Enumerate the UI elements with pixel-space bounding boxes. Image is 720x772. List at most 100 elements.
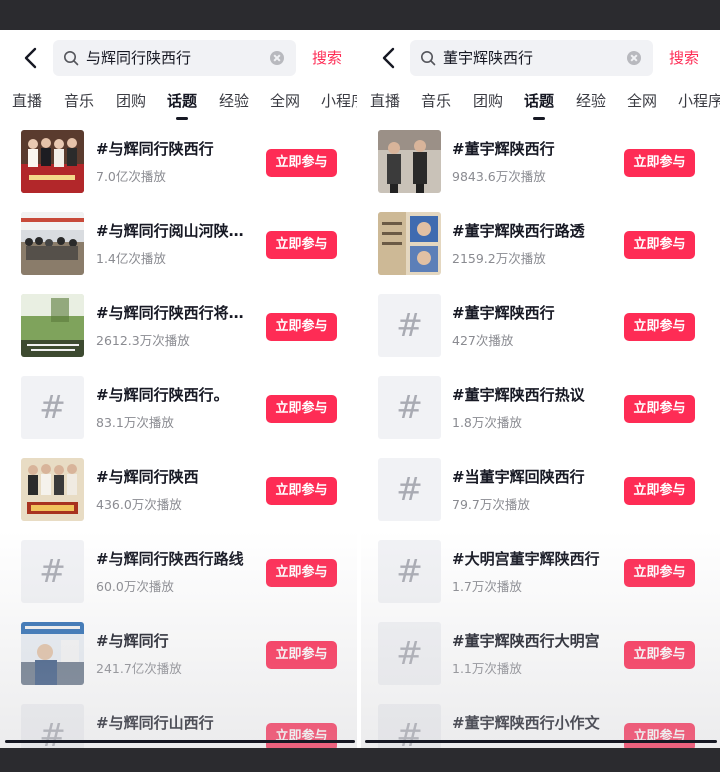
- join-button[interactable]: 立即参与: [266, 641, 337, 669]
- back-arrow-icon[interactable]: [378, 46, 402, 70]
- topic-title: #大明宫董宇辉陕西行: [452, 550, 600, 568]
- topic-play-count: 7.0亿次播放: [96, 169, 166, 184]
- topic-thumbnail: [21, 294, 84, 357]
- join-button[interactable]: 立即参与: [266, 149, 337, 177]
- tab-mini-program[interactable]: 小程序: [678, 88, 720, 114]
- tab-whole-web[interactable]: 全网: [270, 88, 300, 114]
- topic-play-count: 1.4亿次播放: [96, 251, 166, 266]
- tab-topics[interactable]: 话题: [524, 88, 554, 114]
- tab-experience[interactable]: 经验: [219, 88, 249, 114]
- topic-play-count: 427次播放: [452, 333, 514, 348]
- join-button[interactable]: 立即参与: [624, 149, 695, 177]
- topic-play-count: 1.1万次播放: [452, 661, 522, 676]
- topic-title: #董宇辉陕西行热议: [452, 386, 585, 404]
- topic-play-count: 1.7万次播放: [452, 579, 522, 594]
- join-button[interactable]: 立即参与: [624, 559, 695, 587]
- topic-thumbnail-placeholder: #: [378, 294, 441, 357]
- topic-title: #董宇辉陕西行: [452, 140, 555, 158]
- topic-row[interactable]: #董宇辉陕西行 9843.6万次播放 立即参与: [361, 130, 720, 212]
- topic-title: #与辉同行陕西行: [96, 140, 214, 158]
- topic-thumbnail-placeholder: #: [378, 458, 441, 521]
- join-button[interactable]: 立即参与: [624, 477, 695, 505]
- topic-row[interactable]: # #当董宇辉回陕西行 79.7万次播放 立即参与: [361, 458, 720, 540]
- topic-title: #当董宇辉回陕西行: [452, 468, 585, 486]
- topic-play-count: 9843.6万次播放: [452, 169, 546, 184]
- status-bar: [0, 0, 720, 30]
- topic-thumbnail: [21, 212, 84, 275]
- topic-row[interactable]: #与辉同行阅山河陕… 1.4亿次播放 立即参与: [0, 212, 357, 294]
- topic-row[interactable]: # #大明宫董宇辉陕西行 1.7万次播放 立即参与: [361, 540, 720, 622]
- tab-live[interactable]: 直播: [12, 88, 42, 114]
- join-button[interactable]: 立即参与: [624, 395, 695, 423]
- topic-play-count: 79.7万次播放: [452, 497, 530, 512]
- tab-mini-program[interactable]: 小程序: [321, 88, 357, 114]
- search-button[interactable]: 搜索: [669, 40, 699, 76]
- join-button[interactable]: 立即参与: [266, 723, 337, 748]
- join-button[interactable]: 立即参与: [266, 477, 337, 505]
- home-indicator: [5, 740, 355, 743]
- topic-title: #与辉同行陕西: [96, 468, 199, 486]
- clear-search-icon[interactable]: [270, 51, 284, 65]
- topic-row[interactable]: #与辉同行陕西行将… 2612.3万次播放 立即参与: [0, 294, 357, 376]
- topic-row[interactable]: # #董宇辉陕西行热议 1.8万次播放 立即参与: [361, 376, 720, 458]
- join-button[interactable]: 立即参与: [266, 231, 337, 259]
- topic-row[interactable]: #与辉同行陕西 436.0万次播放 立即参与: [0, 458, 357, 540]
- join-button[interactable]: 立即参与: [266, 559, 337, 587]
- topic-play-count: 436.0万次播放: [96, 497, 182, 512]
- back-arrow-icon[interactable]: [20, 46, 44, 70]
- topic-thumbnail-placeholder: #: [378, 540, 441, 603]
- join-button[interactable]: 立即参与: [266, 395, 337, 423]
- join-button[interactable]: 立即参与: [624, 641, 695, 669]
- hashtag-icon: #: [396, 306, 423, 344]
- topic-row[interactable]: # #董宇辉陕西行 427次播放 立即参与: [361, 294, 720, 376]
- search-input[interactable]: 与辉同行陕西行: [53, 40, 296, 76]
- topic-title: #与辉同行陕西行路线: [96, 550, 244, 568]
- topic-thumbnail: [378, 130, 441, 193]
- topic-row[interactable]: # #与辉同行陕西行。 83.1万次播放 立即参与: [0, 376, 357, 458]
- topic-row[interactable]: # #与辉同行陕西行路线 60.0万次播放 立即参与: [0, 540, 357, 622]
- topic-title: #董宇辉陕西行小作文: [452, 714, 600, 732]
- search-query-text: 董宇辉陕西行: [443, 49, 534, 67]
- active-tab-indicator: [176, 117, 188, 120]
- topic-title: #董宇辉陕西行大明宫: [452, 632, 600, 650]
- topic-title: #与辉同行阅山河陕…: [96, 222, 244, 240]
- search-button[interactable]: 搜索: [312, 40, 342, 76]
- join-button[interactable]: 立即参与: [624, 231, 695, 259]
- topic-thumbnail-placeholder: #: [21, 540, 84, 603]
- tab-topics[interactable]: 话题: [167, 88, 197, 114]
- topic-row[interactable]: # #董宇辉陕西行大明宫 1.1万次播放 立即参与: [361, 622, 720, 704]
- topic-title: #与辉同行陕西行将…: [96, 304, 244, 322]
- topic-thumbnail-placeholder: #: [378, 376, 441, 439]
- bottom-bar: [0, 748, 720, 772]
- topic-thumbnail: [378, 212, 441, 275]
- topic-play-count: 83.1万次播放: [96, 415, 174, 430]
- search-results-panel-left: 与辉同行陕西行 搜索 直播 音乐 团购 话题 经验 全网 小程序 #与辉同行陕西…: [0, 30, 357, 748]
- topic-thumbnail: [21, 458, 84, 521]
- topic-row[interactable]: #与辉同行 241.7亿次播放 立即参与: [0, 622, 357, 704]
- search-header: 与辉同行陕西行 搜索: [0, 40, 357, 76]
- topic-play-count: 2159.2万次播放: [452, 251, 546, 266]
- home-indicator: [365, 740, 717, 743]
- tab-group-buy[interactable]: 团购: [116, 88, 146, 114]
- search-query-text: 与辉同行陕西行: [86, 49, 192, 67]
- tab-music[interactable]: 音乐: [64, 88, 94, 114]
- tab-group-buy[interactable]: 团购: [473, 88, 503, 114]
- tab-experience[interactable]: 经验: [576, 88, 606, 114]
- clear-search-icon[interactable]: [627, 51, 641, 65]
- join-button[interactable]: 立即参与: [624, 723, 695, 748]
- hashtag-icon: #: [396, 634, 423, 672]
- join-button[interactable]: 立即参与: [624, 313, 695, 341]
- topic-title: #与辉同行: [96, 632, 169, 650]
- search-header: 董宇辉陕西行 搜索: [361, 40, 720, 76]
- topic-row[interactable]: #与辉同行陕西行 7.0亿次播放 立即参与: [0, 130, 357, 212]
- topic-thumbnail: [21, 130, 84, 193]
- topic-thumbnail-placeholder: #: [21, 376, 84, 439]
- category-tabs: 直播 音乐 团购 话题 经验 全网 小程序: [361, 88, 720, 124]
- join-button[interactable]: 立即参与: [266, 313, 337, 341]
- tab-music[interactable]: 音乐: [421, 88, 451, 114]
- tab-live[interactable]: 直播: [370, 88, 400, 114]
- search-input[interactable]: 董宇辉陕西行: [410, 40, 653, 76]
- hashtag-icon: #: [39, 552, 66, 590]
- topic-row[interactable]: #董宇辉陕西行路透 2159.2万次播放 立即参与: [361, 212, 720, 294]
- tab-whole-web[interactable]: 全网: [627, 88, 657, 114]
